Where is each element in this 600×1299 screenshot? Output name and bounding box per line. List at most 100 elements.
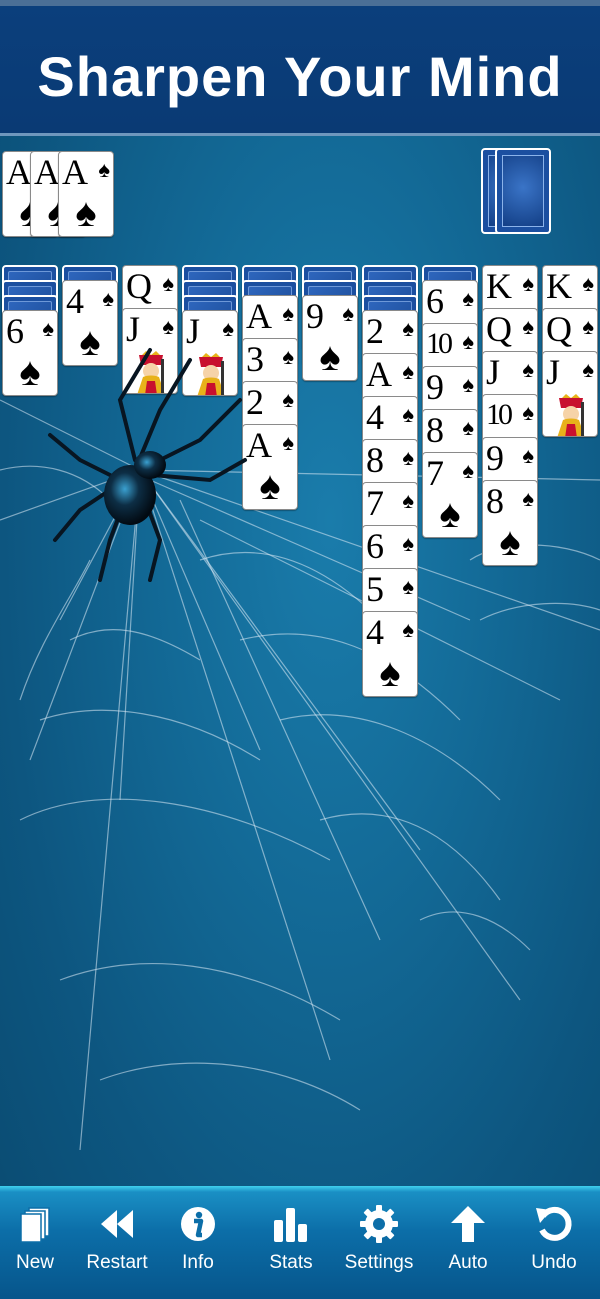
- restart-label: Restart: [86, 1252, 148, 1273]
- card-rank: 7: [426, 453, 444, 493]
- spade-icon: ♠: [282, 387, 294, 412]
- card-rank: Q: [546, 309, 572, 349]
- spade-icon: ♠: [462, 458, 474, 483]
- spade-icon: ♠: [522, 486, 534, 511]
- card-rank: 5: [366, 569, 384, 609]
- card-rank: 6: [426, 281, 444, 321]
- spade-icon: ♠: [402, 574, 414, 599]
- undo-label: Undo: [531, 1252, 577, 1273]
- card-rank: 6: [6, 311, 24, 351]
- spade-icon: ♠: [282, 301, 294, 326]
- card-rank: Q: [126, 266, 152, 306]
- card-rank: 10: [486, 398, 513, 431]
- spade-icon: ♠: [462, 415, 474, 440]
- spade-icon: ♠: [462, 372, 474, 397]
- card-rank: K: [546, 266, 572, 306]
- info-button[interactable]: Info: [153, 1204, 243, 1294]
- card-rank: 6: [366, 526, 384, 566]
- spade-icon: ♠: [379, 651, 401, 695]
- undo-icon: [536, 1206, 572, 1241]
- card-rank: 9: [426, 367, 444, 407]
- spade-icon: ♠: [98, 157, 110, 182]
- playing-card[interactable]: 7♠♠: [422, 452, 478, 538]
- spade-icon: ♠: [402, 316, 414, 341]
- stats-button[interactable]: Stats: [246, 1204, 336, 1294]
- new-button[interactable]: New: [0, 1204, 80, 1294]
- info-icon: [181, 1207, 215, 1241]
- spade-icon: ♠: [342, 301, 354, 326]
- bar-chart-icon: [274, 1208, 307, 1242]
- auto-label: Auto: [448, 1252, 488, 1273]
- card-rank: A: [34, 152, 60, 192]
- spade-icon: ♠: [75, 191, 97, 235]
- spade-icon: ♠: [582, 357, 594, 382]
- spade-icon: ♠: [402, 617, 414, 642]
- spade-icon: ♠: [162, 271, 174, 296]
- spider-decoration: [48, 348, 247, 582]
- settings-button[interactable]: Settings: [334, 1204, 424, 1294]
- auto-button[interactable]: Auto: [423, 1204, 513, 1294]
- card-rank: Q: [486, 309, 512, 349]
- info-label: Info: [182, 1252, 214, 1273]
- card-rank: 8: [426, 410, 444, 450]
- spade-icon: ♠: [319, 335, 341, 379]
- card-rank: A: [6, 152, 32, 192]
- undo-button[interactable]: Undo: [509, 1204, 599, 1294]
- card-rank: A: [62, 152, 88, 192]
- card-rank: 9: [486, 438, 504, 478]
- playing-card[interactable]: 8♠♠: [482, 480, 538, 566]
- spade-icon: ♠: [402, 488, 414, 513]
- card-rank: A: [246, 296, 272, 336]
- spade-icon: ♠: [42, 316, 54, 341]
- spade-icon: ♠: [439, 492, 461, 536]
- card-rank: 7: [366, 483, 384, 523]
- banner-title: Sharpen Your Mind: [37, 45, 563, 108]
- spade-icon: ♠: [402, 359, 414, 384]
- restart-button[interactable]: Restart: [72, 1204, 162, 1294]
- spade-icon: ♠: [522, 400, 534, 425]
- spade-icon: ♠: [582, 271, 594, 296]
- spade-icon: ♠: [522, 357, 534, 382]
- stock-card-back[interactable]: [495, 148, 551, 234]
- spade-icon: ♠: [162, 314, 174, 339]
- playing-card[interactable]: J ♠: [542, 351, 598, 437]
- card-rank: 4: [366, 612, 384, 652]
- stats-label: Stats: [269, 1252, 313, 1273]
- spade-icon: ♠: [402, 402, 414, 427]
- card-rank: J: [486, 352, 500, 392]
- spade-icon: ♠: [282, 344, 294, 369]
- spade-icon: ♠: [462, 286, 474, 311]
- arrow-up-icon: [451, 1206, 485, 1242]
- bottom-toolbar: New Restart Info Stats Settings Auto Und…: [0, 1186, 600, 1299]
- card-rank: 4: [366, 397, 384, 437]
- spade-icon: ♠: [522, 314, 534, 339]
- card-rank: 10: [426, 327, 453, 360]
- card-rank: A: [366, 354, 392, 394]
- spade-icon: ♠: [102, 286, 114, 311]
- card-rank: 8: [486, 481, 504, 521]
- spade-icon: ♠: [282, 430, 294, 455]
- playing-card[interactable]: 4♠♠: [362, 611, 418, 697]
- spade-icon: ♠: [499, 520, 521, 564]
- spade-icon: ♠: [522, 443, 534, 468]
- card-rank: J: [546, 352, 560, 392]
- foundation-card[interactable]: A♠♠: [58, 151, 114, 237]
- card-rank: 4: [66, 281, 84, 321]
- settings-label: Settings: [344, 1252, 414, 1273]
- card-rank: 2: [366, 311, 384, 351]
- rewind-icon: [101, 1210, 133, 1238]
- spade-icon: ♠: [402, 531, 414, 556]
- spade-icon: ♠: [522, 271, 534, 296]
- spade-icon: ♠: [222, 316, 234, 341]
- playing-card[interactable]: 9♠♠: [302, 295, 358, 381]
- spade-icon: ♠: [582, 314, 594, 339]
- card-rank: K: [486, 266, 512, 306]
- new-deck-icon: [20, 1207, 50, 1243]
- card-rank: 9: [306, 296, 324, 336]
- new-label: New: [15, 1252, 54, 1273]
- spade-icon: ♠: [402, 445, 414, 470]
- promo-banner: Sharpen Your Mind: [0, 0, 600, 136]
- card-rank: 8: [366, 440, 384, 480]
- gear-icon: [360, 1205, 398, 1243]
- spade-icon: ♠: [462, 329, 474, 354]
